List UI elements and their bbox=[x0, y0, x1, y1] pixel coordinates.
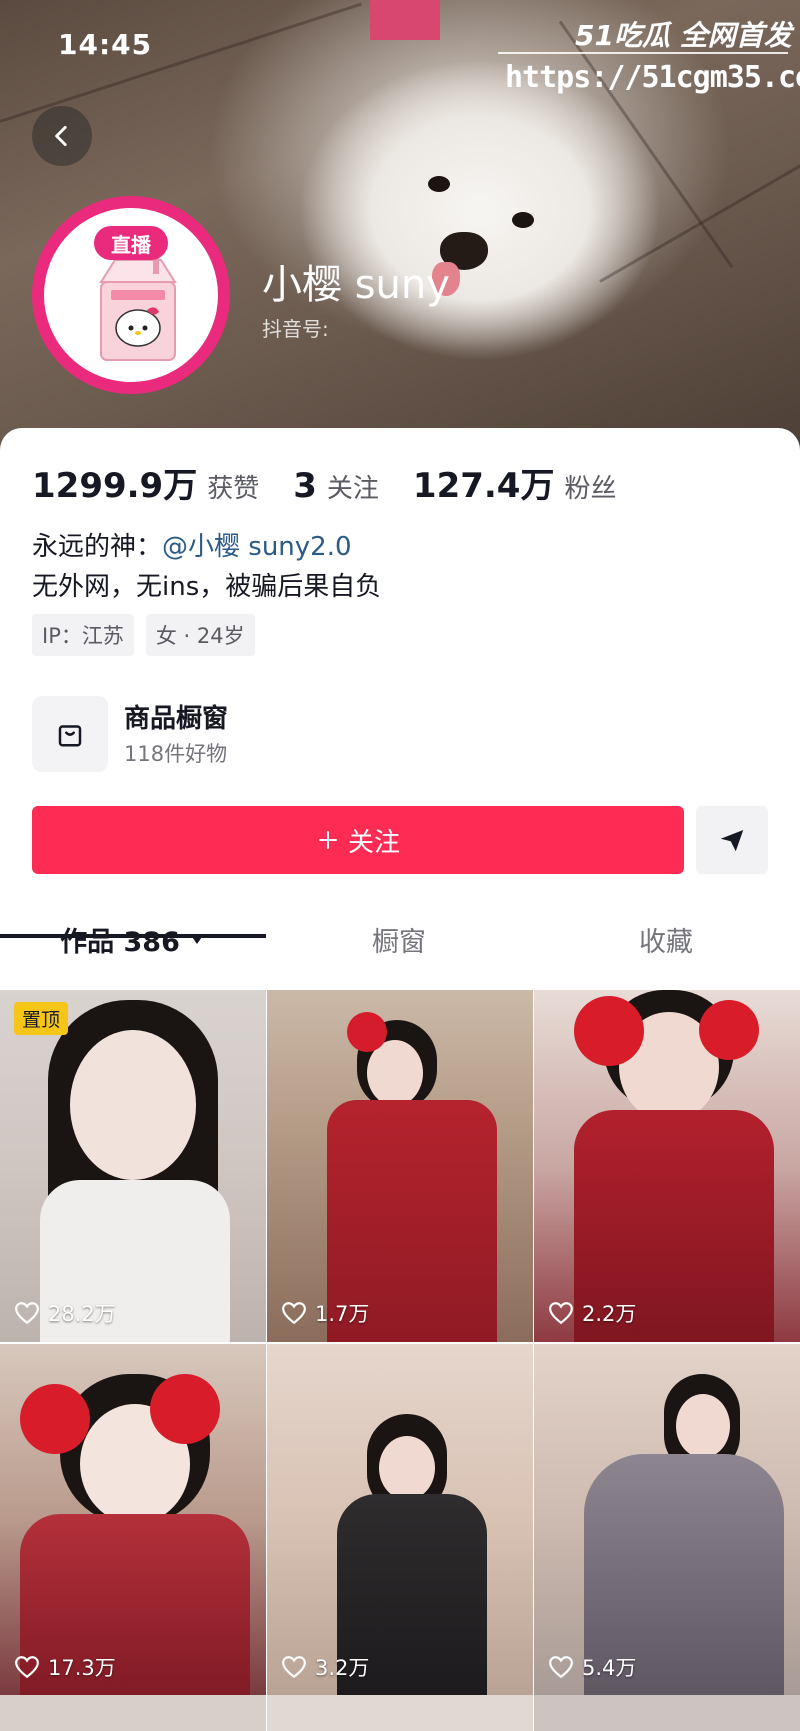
video-thumbnail[interactable]: 2.2万 bbox=[534, 990, 800, 1342]
heart-icon bbox=[549, 1302, 573, 1325]
bio-line-1: 永远的神：@小樱 suny2.0 bbox=[32, 526, 352, 563]
shop-title: 商品橱窗 bbox=[124, 704, 229, 734]
watermark-divider bbox=[498, 52, 788, 54]
video-thumbnail[interactable]: 置顶 28.2万 bbox=[0, 990, 266, 1342]
video-likes-count: 3.2万 bbox=[315, 1656, 370, 1680]
thumb-figure bbox=[347, 1012, 387, 1052]
video-likes-count: 17.3万 bbox=[48, 1656, 116, 1680]
following-label[interactable]: 关注 bbox=[327, 468, 379, 505]
shopping-bag-icon bbox=[58, 725, 82, 747]
shop-window-entry[interactable]: 商品橱窗 118件好物 bbox=[32, 692, 432, 772]
milk-carton-icon bbox=[99, 254, 177, 361]
video-likes-count: 2.2万 bbox=[582, 1302, 637, 1326]
watermark-brand: 51吃瓜 全网首发 bbox=[575, 19, 792, 52]
video-likes-count: 1.7万 bbox=[315, 1302, 370, 1326]
douyin-id: 抖音号: bbox=[262, 317, 329, 341]
video-likes: 1.7万 bbox=[281, 1298, 369, 1328]
stats-row: 1299.9万 获赞 3 关注 127.4万 粉丝 bbox=[32, 458, 650, 507]
video-likes: 17.3万 bbox=[14, 1652, 116, 1682]
heart-icon bbox=[282, 1302, 306, 1325]
shop-icon-box bbox=[32, 696, 108, 772]
share-button[interactable] bbox=[696, 806, 768, 874]
heart-icon bbox=[15, 1302, 39, 1325]
profile-card: 1299.9万 获赞 3 关注 127.4万 粉丝 永远的神：@小樱 suny2… bbox=[0, 428, 800, 1731]
profile-tags: IP：江苏 女 · 24岁 bbox=[32, 614, 255, 656]
dog-eye bbox=[428, 176, 450, 192]
video-likes: 5.4万 bbox=[548, 1652, 636, 1682]
video-thumbnail[interactable]: 5.4万 bbox=[534, 1344, 800, 1696]
following-count[interactable]: 3 bbox=[293, 466, 317, 506]
send-icon bbox=[720, 830, 744, 852]
shop-subtitle: 118件好物 bbox=[124, 742, 228, 766]
active-tab-indicator bbox=[0, 934, 266, 938]
bio-line-2: 无外网，无ins，被骗后果自负 bbox=[32, 572, 382, 602]
chevron-left-icon bbox=[55, 125, 67, 147]
followers-label[interactable]: 粉丝 bbox=[564, 468, 616, 505]
tab-works-label: 作品 386 bbox=[60, 926, 180, 958]
floor-seam bbox=[558, 20, 734, 269]
watermark-url: https://51cgm35.com bbox=[505, 60, 800, 95]
dog-eye bbox=[512, 212, 534, 228]
video-thumbnail[interactable]: 3.2万 bbox=[267, 1344, 533, 1696]
floor-seam bbox=[0, 2, 362, 123]
video-likes: 28.2万 bbox=[14, 1298, 116, 1328]
video-likes-count: 5.4万 bbox=[582, 1656, 637, 1680]
thumb-figure bbox=[699, 1000, 759, 1060]
tab-shop-window[interactable]: 橱窗 bbox=[266, 904, 532, 974]
video-thumbnail[interactable] bbox=[267, 1695, 533, 1731]
back-button[interactable] bbox=[32, 106, 92, 166]
video-thumbnail[interactable] bbox=[0, 1695, 266, 1731]
thumb-figure bbox=[379, 1436, 435, 1500]
thumb-figure bbox=[150, 1374, 220, 1444]
video-thumbnail[interactable]: 17.3万 bbox=[0, 1344, 266, 1696]
video-likes: 2.2万 bbox=[548, 1298, 636, 1328]
followers-count[interactable]: 127.4万 bbox=[413, 458, 555, 507]
ip-tag: IP：江苏 bbox=[32, 614, 134, 656]
status-time: 14:45 bbox=[58, 28, 153, 61]
thumb-figure bbox=[676, 1394, 730, 1458]
likes-count: 1299.9万 bbox=[32, 466, 198, 506]
bio-mention-link[interactable]: @小樱 suny2.0 bbox=[162, 532, 352, 562]
content-tabs: 作品 386 橱窗 收藏 bbox=[0, 904, 800, 980]
thumb-figure bbox=[20, 1384, 90, 1454]
avatar[interactable]: 直播 bbox=[32, 196, 230, 394]
likes-label: 获赞 bbox=[207, 474, 260, 504]
heart-icon bbox=[15, 1656, 39, 1679]
heart-icon bbox=[549, 1656, 573, 1679]
thumb-figure bbox=[70, 1030, 196, 1180]
username: 小樱 suny bbox=[262, 262, 450, 308]
follow-button[interactable]: 关注 bbox=[32, 806, 684, 874]
floor-seam bbox=[599, 150, 800, 283]
pinned-badge: 置顶 bbox=[14, 1002, 69, 1035]
thumb-figure bbox=[574, 996, 644, 1066]
live-badge[interactable]: 直播 bbox=[94, 226, 168, 260]
tab-favorites[interactable]: 收藏 bbox=[532, 904, 800, 974]
follow-label: 关注 bbox=[347, 827, 400, 858]
video-thumbnail[interactable] bbox=[534, 1695, 800, 1731]
bio-prefix: 永远的神： bbox=[32, 532, 163, 562]
video-thumbnail[interactable]: 1.7万 bbox=[267, 990, 533, 1342]
gender-age-tag: 女 · 24岁 bbox=[145, 614, 255, 656]
video-likes-count: 28.2万 bbox=[48, 1302, 116, 1326]
plus-icon bbox=[318, 831, 337, 849]
heart-icon bbox=[282, 1656, 306, 1679]
pink-object bbox=[370, 0, 440, 40]
video-likes: 3.2万 bbox=[281, 1652, 369, 1682]
tab-works[interactable]: 作品 386 bbox=[0, 904, 266, 974]
